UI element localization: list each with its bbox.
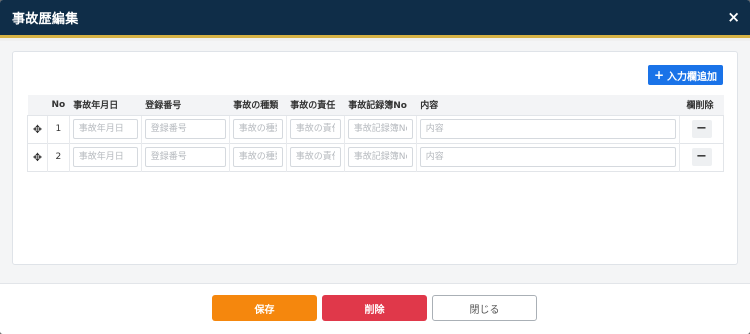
table-row: ✥ 1 − <box>27 115 724 143</box>
accident-date-input[interactable] <box>72 147 138 167</box>
header-content: 内容 <box>416 95 680 116</box>
modal-title: 事故歴編集 <box>12 12 79 27</box>
header-registration-number: 登録番号 <box>141 95 230 116</box>
plus-icon: + <box>653 68 664 82</box>
content-input[interactable] <box>419 147 676 167</box>
add-row-button[interactable]: + 入力欄追加 <box>647 65 723 85</box>
add-row-label: 入力欄追加 <box>667 71 717 83</box>
header-accident-date: 事故年月日 <box>69 95 142 116</box>
table-header-row: No 事故年月日 登録番号 事故の種類 事故の責任 事故記録簿No 内容 欄削除 <box>27 95 724 116</box>
accident-table: No 事故年月日 登録番号 事故の種類 事故の責任 事故記録簿No 内容 欄削除… <box>27 95 724 172</box>
save-button[interactable]: 保存 <box>212 295 317 321</box>
header-accident-type: 事故の種類 <box>229 95 287 116</box>
row-number: 2 <box>47 143 70 171</box>
accident-date-input[interactable] <box>72 119 138 139</box>
accident-history-modal: 事故歴編集 × + 入力欄追加 No 事故年月日 登録番号 事故の種類 事故の責… <box>0 0 750 334</box>
accident-type-input[interactable] <box>232 147 283 167</box>
registration-number-input[interactable] <box>144 147 226 167</box>
accident-record-no-input[interactable] <box>347 147 413 167</box>
remove-row-button[interactable]: − <box>691 148 712 166</box>
modal-body: + 入力欄追加 No 事故年月日 登録番号 事故の種類 事故の責任 事故記録簿N… <box>0 41 750 283</box>
header-drag <box>27 95 48 116</box>
header-accident-responsibility: 事故の責任 <box>286 95 345 116</box>
header-no: No <box>47 95 70 116</box>
remove-row-button[interactable]: − <box>691 120 712 138</box>
accident-record-no-input[interactable] <box>347 119 413 139</box>
delete-button[interactable]: 削除 <box>322 295 427 321</box>
modal-footer: 保存 削除 閉じる <box>0 283 750 334</box>
modal-header: 事故歴編集 × <box>0 0 750 38</box>
accident-responsibility-input[interactable] <box>289 147 341 167</box>
row-number: 1 <box>47 115 70 143</box>
table-row: ✥ 2 − <box>27 143 724 171</box>
header-row-delete: 欄削除 <box>679 95 724 116</box>
drag-handle[interactable]: ✥ <box>27 143 48 171</box>
accident-panel: + 入力欄追加 No 事故年月日 登録番号 事故の種類 事故の責任 事故記録簿N… <box>12 51 738 265</box>
registration-number-input[interactable] <box>144 119 226 139</box>
header-accident-record-no: 事故記録簿No <box>344 95 417 116</box>
accident-responsibility-input[interactable] <box>289 119 341 139</box>
content-input[interactable] <box>419 119 676 139</box>
move-icon: ✥ <box>32 122 43 136</box>
move-icon: ✥ <box>32 150 43 164</box>
drag-handle[interactable]: ✥ <box>27 115 48 143</box>
accident-type-input[interactable] <box>232 119 283 139</box>
close-button[interactable]: 閉じる <box>432 295 537 321</box>
close-icon[interactable]: × <box>727 10 740 25</box>
